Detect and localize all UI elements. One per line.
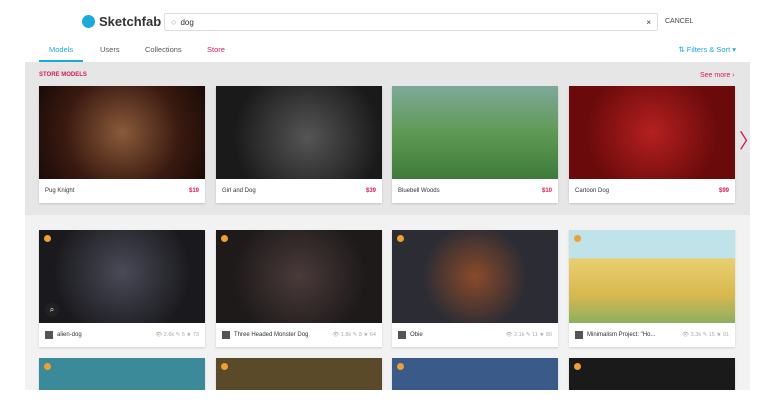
- model-card[interactable]: Minimalism Project: "Ho... 👁 3.3k ✎ 15 ★ …: [569, 230, 735, 347]
- model-stats: 👁 3.3k ✎ 15 ★ 91: [682, 332, 729, 338]
- search-value: dog: [180, 17, 194, 27]
- model-thumbnail: [216, 86, 382, 179]
- staff-pick-icon: [397, 363, 404, 370]
- sketchfab-logo[interactable]: Sketchfab: [82, 14, 161, 29]
- model-stats: 👁 2.1k ✎ 11 ★ 80: [505, 332, 552, 338]
- clear-search-button[interactable]: ×: [646, 18, 651, 27]
- store-card[interactable]: Bluebell Woods $10: [392, 86, 558, 203]
- tab-store[interactable]: Store: [207, 45, 225, 54]
- search-input[interactable]: ○ dog ×: [164, 13, 658, 31]
- model-stats: 👁 1.8k ✎ 8 ★ 64: [332, 332, 376, 338]
- search-icon[interactable]: ⌕: [45, 303, 59, 317]
- logo-icon: [82, 15, 95, 28]
- see-more-link[interactable]: See more ›: [700, 72, 735, 79]
- model-name: Bluebell Woods: [398, 188, 440, 194]
- page-bottom: [0, 390, 770, 418]
- tab-models[interactable]: Models: [49, 45, 73, 54]
- avatar[interactable]: [575, 331, 583, 339]
- cancel-button[interactable]: CANCEL: [665, 18, 693, 25]
- store-card[interactable]: Girl and Dog $39: [216, 86, 382, 203]
- logo-text: Sketchfab: [99, 14, 162, 29]
- model-name: Cartoon Dog: [575, 188, 610, 194]
- model-thumbnail: [392, 230, 558, 323]
- staff-pick-icon: [221, 363, 228, 370]
- model-name: Minimalism Project: "Ho...: [587, 332, 656, 338]
- staff-pick-icon: [44, 235, 51, 242]
- staff-pick-icon: [44, 363, 51, 370]
- model-stats: 👁 2.6k ✎ 5 ★ 73: [155, 332, 199, 338]
- model-price: $99: [718, 188, 729, 194]
- avatar[interactable]: [398, 331, 406, 339]
- store-card[interactable]: Cartoon Dog $99: [569, 86, 735, 203]
- tab-collections[interactable]: Collections: [145, 45, 182, 54]
- model-price: $39: [365, 188, 376, 194]
- staff-pick-icon: [574, 235, 581, 242]
- staff-pick-icon: [397, 235, 404, 242]
- model-name: Three Headed Monster Dog: [234, 332, 309, 338]
- model-price: $19: [188, 188, 199, 194]
- model-card[interactable]: Three Headed Monster Dog 👁 1.8k ✎ 8 ★ 64: [216, 230, 382, 347]
- model-thumbnail: ⌕: [39, 230, 205, 323]
- model-thumbnail: [569, 86, 735, 179]
- staff-pick-icon: [221, 235, 228, 242]
- model-card[interactable]: Obie 👁 2.1k ✎ 11 ★ 80: [392, 230, 558, 347]
- model-card[interactable]: [569, 358, 735, 390]
- model-name: Pug Knight: [45, 188, 75, 194]
- avatar[interactable]: [222, 331, 230, 339]
- model-card[interactable]: [216, 358, 382, 390]
- model-name: Girl and Dog: [222, 188, 256, 194]
- avatar[interactable]: [45, 331, 53, 339]
- filters-sort-button[interactable]: ⇅ Filters & Sort ▾: [678, 45, 736, 54]
- model-card[interactable]: [392, 358, 558, 390]
- model-card[interactable]: [39, 358, 205, 390]
- model-name: alien-dog: [57, 332, 82, 338]
- next-arrow-icon[interactable]: 〉: [739, 125, 759, 154]
- store-card[interactable]: Pug Knight $19: [39, 86, 205, 203]
- tab-bar: Models Users Collections Store ⇅ Filters…: [25, 40, 750, 62]
- model-thumbnail: [39, 86, 205, 179]
- model-name: Obie: [410, 332, 423, 338]
- model-thumbnail: [216, 230, 382, 323]
- store-models-title: STORE MODELS: [39, 72, 87, 78]
- model-price: $10: [541, 188, 552, 194]
- model-thumbnail: [569, 230, 735, 323]
- staff-pick-icon: [574, 363, 581, 370]
- model-card[interactable]: ⌕ alien-dog 👁 2.6k ✎ 5 ★ 73: [39, 230, 205, 347]
- search-icon: ○: [171, 17, 177, 27]
- tab-users[interactable]: Users: [100, 45, 120, 54]
- model-thumbnail: [392, 86, 558, 179]
